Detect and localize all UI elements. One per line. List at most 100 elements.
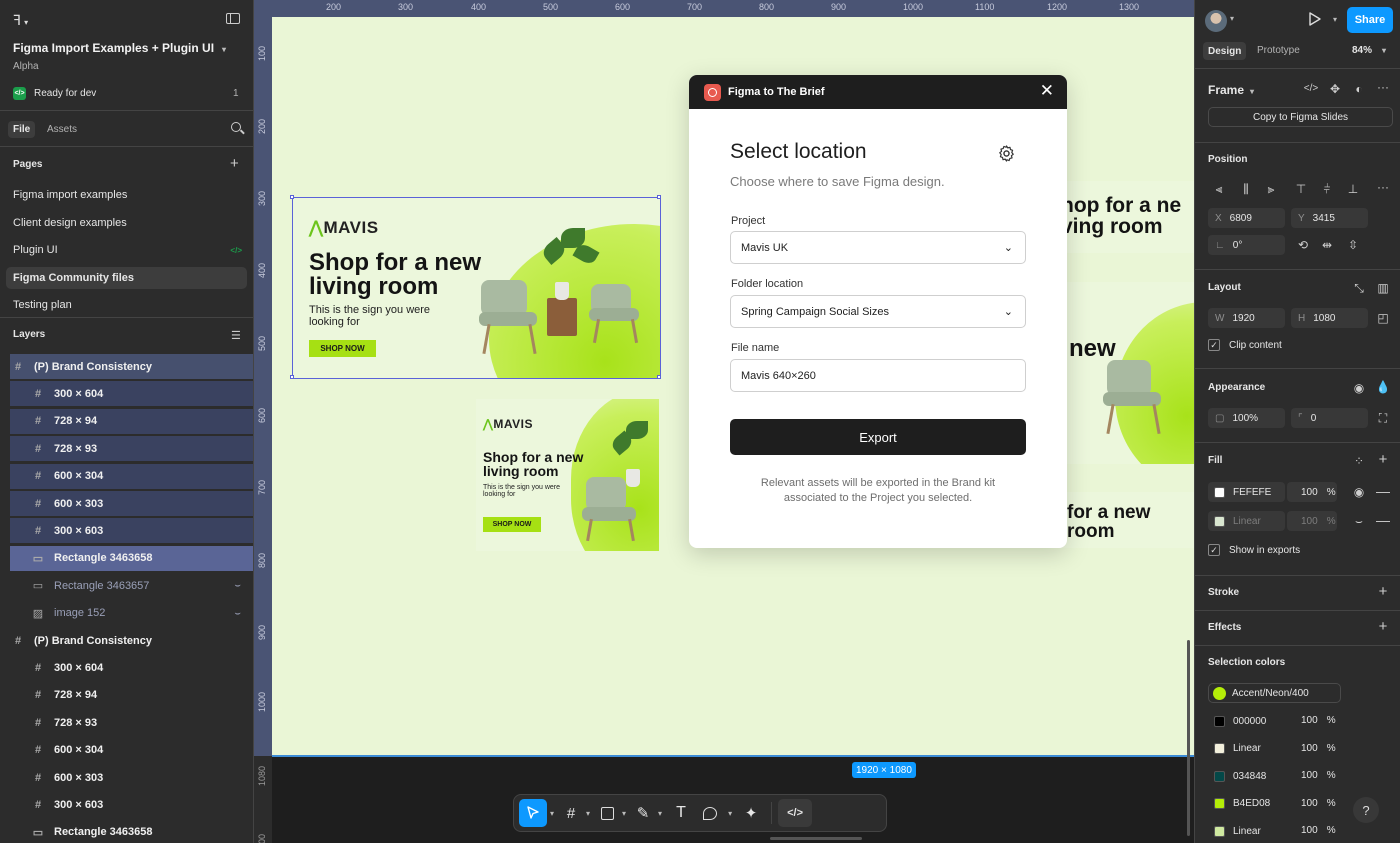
vertical-scrollbar[interactable] bbox=[1187, 640, 1190, 836]
page-item[interactable]: Client design examples bbox=[6, 212, 247, 234]
filename-input[interactable]: Mavis 640×260 bbox=[730, 359, 1026, 392]
folder-select[interactable]: Spring Campaign Social Sizes ⌄ bbox=[730, 295, 1026, 328]
comment-tool-icon[interactable] bbox=[695, 799, 725, 827]
selection-color-opacity[interactable]: 100% bbox=[1301, 743, 1336, 754]
help-button[interactable]: ? bbox=[1353, 797, 1379, 823]
share-button[interactable]: Share bbox=[1347, 7, 1393, 33]
corner-radius-input[interactable]: ⌜ 0 bbox=[1291, 408, 1368, 428]
layer-row[interactable]: #300 × 603 bbox=[10, 792, 253, 817]
layer-row[interactable]: #600 × 303 bbox=[10, 491, 253, 516]
selection-color-row[interactable]: B4ED08 bbox=[1208, 794, 1288, 814]
fill-opacity-input[interactable]: 100% bbox=[1287, 482, 1337, 502]
settings-gear-icon[interactable] bbox=[997, 144, 1016, 163]
frame-tool-icon[interactable]: # bbox=[559, 799, 583, 827]
resize-handle[interactable] bbox=[290, 195, 294, 199]
shop-now-button[interactable]: SHOP NOW bbox=[483, 517, 541, 532]
align-right-icon[interactable]: ⫸ bbox=[1263, 182, 1279, 197]
tab-design[interactable]: Design bbox=[1203, 42, 1247, 60]
hidden-eye-icon[interactable]: ⌣ bbox=[1351, 514, 1367, 529]
fill-opacity-input[interactable]: 100% bbox=[1287, 511, 1337, 531]
text-tool-icon[interactable]: T bbox=[667, 799, 695, 827]
chevron-down-icon[interactable]: ▾ bbox=[728, 809, 732, 818]
contrast-icon[interactable]: ◐ bbox=[1351, 82, 1367, 96]
color-swatch[interactable] bbox=[1214, 770, 1225, 782]
selection-color-row[interactable]: Linear bbox=[1208, 739, 1288, 759]
layer-row[interactable]: #600 × 304 bbox=[10, 738, 253, 763]
close-icon[interactable]: ✕ bbox=[1040, 82, 1054, 99]
layer-frame-row[interactable]: # (P) Brand Consistency bbox=[10, 628, 253, 653]
styles-grid-icon[interactable]: ⁘ bbox=[1351, 454, 1367, 468]
page-item-active[interactable]: Figma Community files bbox=[6, 267, 247, 289]
remove-fill-icon[interactable]: — bbox=[1375, 512, 1391, 528]
add-page-icon[interactable]: + bbox=[230, 155, 239, 172]
more-options-icon[interactable]: ··· bbox=[1375, 180, 1391, 194]
project-select[interactable]: Mavis UK ⌄ bbox=[730, 231, 1026, 264]
color-swatch[interactable] bbox=[1214, 825, 1225, 837]
ready-for-dev-link[interactable]: Ready for dev bbox=[34, 88, 96, 99]
align-bottom-icon[interactable]: ⊥ bbox=[1345, 182, 1361, 196]
width-input[interactable]: W 1920 bbox=[1208, 308, 1285, 328]
present-play-icon[interactable] bbox=[1309, 12, 1321, 29]
avatar[interactable] bbox=[1205, 10, 1227, 32]
layer-row[interactable]: ▭ Rectangle 3463658 bbox=[10, 545, 253, 571]
selection-color-row[interactable]: 000000 bbox=[1208, 711, 1288, 731]
page-item[interactable]: Figma import examples bbox=[6, 184, 247, 206]
opacity-input[interactable]: ▢ 100% bbox=[1208, 408, 1285, 428]
zoom-level[interactable]: 84% ▾ bbox=[1352, 45, 1386, 56]
actions-sparkle-icon[interactable]: ✦ bbox=[737, 799, 765, 827]
rotation-input[interactable]: ∟ 0° bbox=[1208, 235, 1285, 255]
selection-color-opacity[interactable]: 100% bbox=[1301, 798, 1336, 809]
chevron-down-icon[interactable]: ▾ bbox=[622, 809, 626, 818]
color-swatch[interactable] bbox=[1214, 798, 1225, 809]
color-swatch[interactable] bbox=[1214, 743, 1225, 754]
color-swatch[interactable] bbox=[1214, 515, 1225, 527]
layer-row[interactable]: #728 × 94 bbox=[10, 683, 253, 708]
layer-row[interactable]: ▭ Rectangle 3463658 bbox=[10, 820, 253, 843]
page-item[interactable]: Testing plan bbox=[6, 294, 247, 316]
flip-horizontal-icon[interactable]: ⇹ bbox=[1319, 238, 1335, 252]
constrain-proportions-icon[interactable]: ◰ bbox=[1375, 311, 1391, 325]
more-options-icon[interactable]: ··· bbox=[1375, 80, 1391, 94]
layer-row[interactable]: #728 × 93 bbox=[10, 436, 253, 462]
component-icon[interactable]: ✥ bbox=[1327, 82, 1343, 96]
y-position-input[interactable]: Y 3415 bbox=[1291, 208, 1368, 228]
remove-fill-icon[interactable]: — bbox=[1375, 483, 1391, 499]
ad-frame-banner[interactable]: hop for a ne ving room bbox=[1055, 181, 1194, 253]
align-top-icon[interactable]: ⊤ bbox=[1293, 182, 1309, 196]
horizontal-scrollbar[interactable] bbox=[770, 837, 862, 840]
eye-icon[interactable]: ◉ bbox=[1351, 381, 1367, 395]
figma-menu-icon[interactable]: ꟻ ▾ bbox=[13, 12, 28, 29]
auto-layout-icon[interactable]: ▥ bbox=[1375, 281, 1391, 295]
add-stroke-icon[interactable]: + bbox=[1375, 583, 1391, 600]
resize-handle[interactable] bbox=[290, 375, 294, 379]
layer-row[interactable]: #300 × 603 bbox=[10, 518, 253, 544]
accent-color-style[interactable]: Accent/Neon/400 bbox=[1208, 683, 1341, 703]
color-swatch[interactable] bbox=[1214, 486, 1225, 498]
tab-assets[interactable]: Assets bbox=[47, 124, 77, 135]
height-input[interactable]: H 1080 bbox=[1291, 308, 1368, 328]
add-effect-icon[interactable]: + bbox=[1375, 618, 1391, 635]
fill-color-input[interactable]: Linear bbox=[1208, 511, 1285, 531]
color-swatch[interactable] bbox=[1214, 715, 1225, 727]
layer-row[interactable]: ▭ Rectangle 3463657 ⌣ bbox=[10, 573, 253, 598]
clip-content-checkbox[interactable]: ✓ bbox=[1208, 339, 1220, 351]
flip-vertical-icon[interactable]: ⇳ bbox=[1345, 238, 1361, 252]
layer-frame-row[interactable]: # (P) Brand Consistency bbox=[10, 354, 253, 379]
resize-handle[interactable] bbox=[657, 375, 661, 379]
add-fill-icon[interactable]: + bbox=[1375, 451, 1391, 468]
move-tool-icon[interactable] bbox=[519, 799, 547, 827]
hidden-eye-icon[interactable]: ⌣ bbox=[234, 580, 241, 591]
tab-prototype[interactable]: Prototype bbox=[1257, 45, 1300, 56]
hidden-eye-icon[interactable]: ⌣ bbox=[234, 608, 241, 619]
resize-handle[interactable] bbox=[657, 195, 661, 199]
show-in-exports-checkbox[interactable]: ✓ bbox=[1208, 544, 1220, 556]
selection-color-opacity[interactable]: 100% bbox=[1301, 715, 1336, 726]
ad-frame-large[interactable]: new bbox=[1055, 282, 1194, 464]
selection-color-opacity[interactable]: 100% bbox=[1301, 825, 1336, 836]
rectangle-tool-icon[interactable] bbox=[595, 799, 619, 827]
dev-code-icon[interactable]: </> bbox=[1303, 83, 1319, 94]
ad-frame-square[interactable]: ⋀MAVIS Shop for a new living room This is… bbox=[476, 399, 659, 551]
copy-to-slides-button[interactable]: Copy to Figma Slides bbox=[1208, 107, 1393, 127]
selection-color-row[interactable]: Linear bbox=[1208, 821, 1288, 841]
selection-color-opacity[interactable]: 100% bbox=[1301, 770, 1336, 781]
